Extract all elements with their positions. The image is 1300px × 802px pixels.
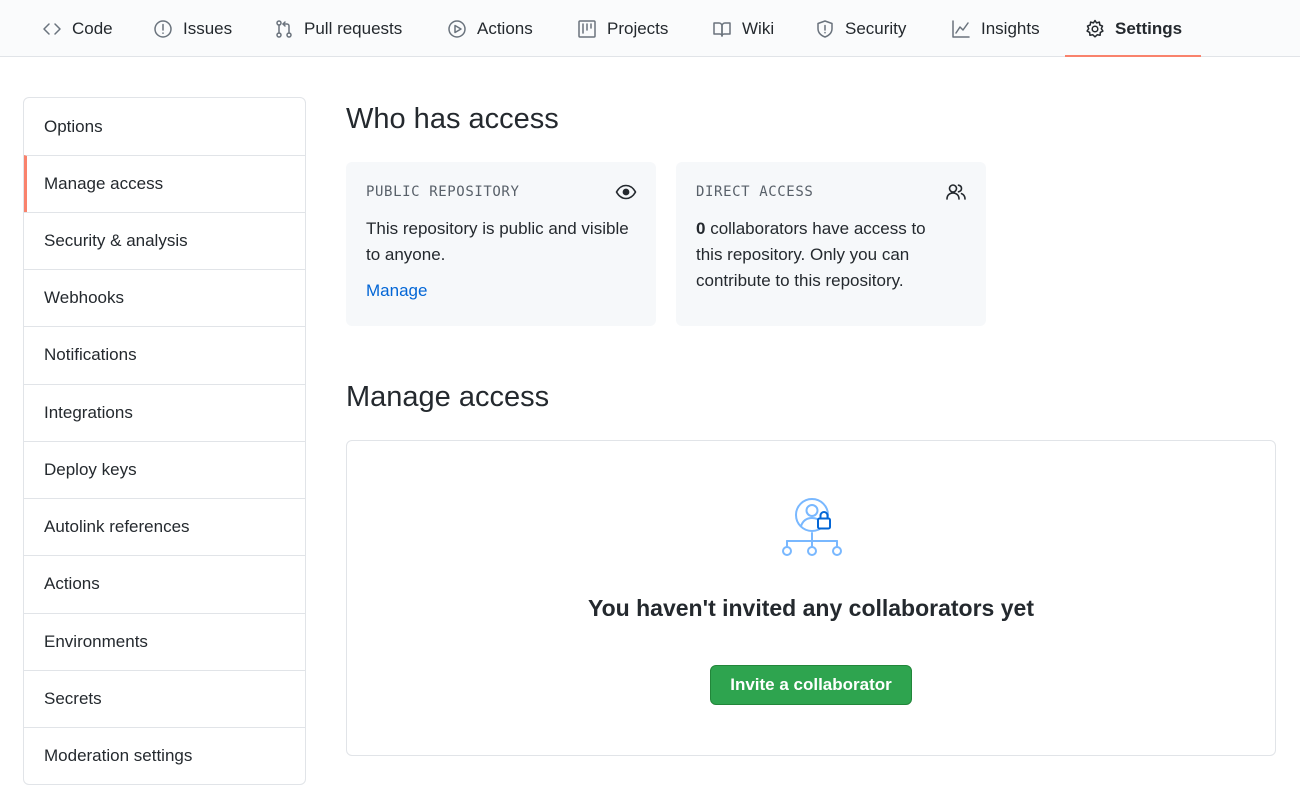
graph-icon xyxy=(951,19,971,39)
sidebar-item-label: Moderation settings xyxy=(44,746,193,765)
sidebar-item-label: Security & analysis xyxy=(44,231,188,250)
tab-pull-requests[interactable]: Pull requests xyxy=(274,0,402,57)
sidebar-item-actions[interactable]: Actions xyxy=(24,555,305,612)
public-repository-text: This repository is public and visible to… xyxy=(366,219,629,264)
sidebar-item-secrets[interactable]: Secrets xyxy=(24,670,305,727)
tab-pull-requests-label: Pull requests xyxy=(304,18,403,38)
sidebar-item-autolink-references[interactable]: Autolink references xyxy=(24,498,305,555)
manage-access-title: Manage access xyxy=(346,381,550,413)
sidebar-item-label: Options xyxy=(44,116,103,136)
tab-settings-label: Settings xyxy=(1115,18,1183,38)
empty-state-title: You haven't invited any collaborators ye… xyxy=(588,595,1034,621)
sidebar-item-label: Integrations xyxy=(44,403,133,422)
sidebar-item-webhooks[interactable]: Webhooks xyxy=(24,269,305,326)
book-icon xyxy=(712,19,732,39)
settings-sidebar: Options Manage access Security & analysi… xyxy=(23,97,306,785)
tab-actions[interactable]: Actions xyxy=(447,0,533,57)
tab-issues-label: Issues xyxy=(183,18,233,38)
direct-access-label: DIRECT ACCESS xyxy=(696,184,814,200)
sidebar-item-notifications[interactable]: Notifications xyxy=(24,326,305,383)
direct-access-description: collaborators have access to this reposi… xyxy=(696,219,926,290)
eye-icon xyxy=(615,181,637,203)
sidebar-item-label: Secrets xyxy=(44,689,102,708)
direct-access-card: DIRECT ACCESS 0 collaborators have acces… xyxy=(676,162,986,326)
sidebar-item-label: Manage access xyxy=(44,174,164,193)
sidebar-item-label: Notifications xyxy=(44,345,137,364)
pull-request-icon xyxy=(274,19,294,39)
tab-wiki[interactable]: Wiki xyxy=(712,0,774,57)
tab-settings[interactable]: Settings xyxy=(1085,0,1182,57)
sidebar-item-integrations[interactable]: Integrations xyxy=(24,384,305,441)
play-icon xyxy=(447,19,467,39)
public-repository-card: PUBLIC REPOSITORY This repository is pub… xyxy=(346,162,656,326)
tab-wiki-label: Wiki xyxy=(742,18,775,38)
tab-insights[interactable]: Insights xyxy=(951,0,1040,57)
tab-code-label: Code xyxy=(72,18,113,38)
tab-projects[interactable]: Projects xyxy=(577,0,668,57)
tab-issues[interactable]: Issues xyxy=(153,0,232,57)
sidebar-item-moderation-settings[interactable]: Moderation settings xyxy=(24,727,305,784)
collaborator-lock-icon xyxy=(779,495,845,561)
project-icon xyxy=(577,19,597,39)
sidebar-item-manage-access[interactable]: Manage access xyxy=(24,155,305,212)
direct-access-text: 0 collaborators have access to this repo… xyxy=(696,216,956,294)
who-has-access-title: Who has access xyxy=(346,103,559,135)
sidebar-item-label: Autolink references xyxy=(44,517,190,536)
sidebar-item-options[interactable]: Options xyxy=(24,98,305,155)
tab-security[interactable]: Security xyxy=(815,0,906,57)
sidebar-item-label: Actions xyxy=(44,574,100,593)
invite-collaborator-button[interactable]: Invite a collaborator xyxy=(710,665,912,705)
repo-nav: Code Issues Pull requests Actions Projec… xyxy=(0,0,1300,57)
shield-icon xyxy=(815,19,835,39)
sidebar-item-environments[interactable]: Environments xyxy=(24,613,305,670)
sidebar-item-deploy-keys[interactable]: Deploy keys xyxy=(24,441,305,498)
people-icon xyxy=(945,181,967,203)
tab-actions-label: Actions xyxy=(477,18,533,38)
tab-projects-label: Projects xyxy=(607,18,669,38)
sidebar-item-label: Webhooks xyxy=(44,288,125,307)
sidebar-item-label: Environments xyxy=(44,632,148,651)
sidebar-item-label: Deploy keys xyxy=(44,460,137,479)
issue-icon xyxy=(153,19,173,39)
tab-insights-label: Insights xyxy=(981,18,1040,38)
manage-link[interactable]: Manage xyxy=(366,281,427,301)
active-tab-underline xyxy=(1065,55,1201,57)
public-repository-label: PUBLIC REPOSITORY xyxy=(366,184,520,200)
sidebar-item-security-analysis[interactable]: Security & analysis xyxy=(24,212,305,269)
tab-security-label: Security xyxy=(845,18,907,38)
code-icon xyxy=(42,19,62,39)
tab-code[interactable]: Code xyxy=(42,0,113,57)
collaborators-box: You haven't invited any collaborators ye… xyxy=(346,440,1276,756)
gear-icon xyxy=(1085,19,1105,39)
